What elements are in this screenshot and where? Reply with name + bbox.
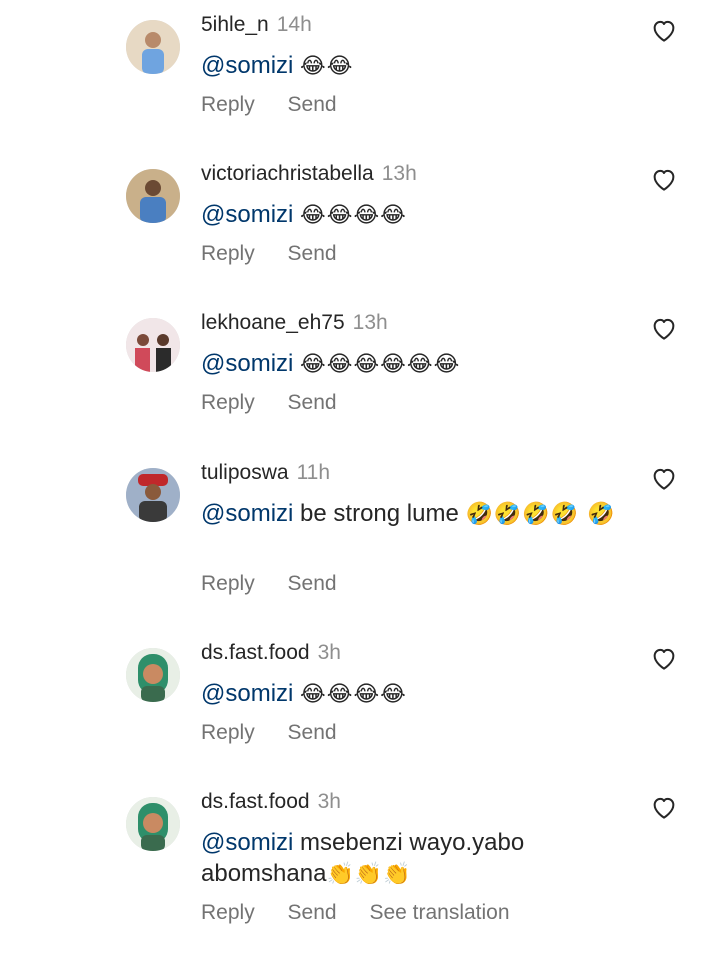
send-button[interactable]: Send	[288, 572, 337, 595]
heart-outline-icon[interactable]	[648, 463, 680, 493]
avatar-photo-icon	[126, 468, 180, 522]
avatar-photo-icon	[126, 648, 180, 702]
emoji-text: 🤣🤣🤣🤣 🤣	[465, 502, 616, 527]
avatar[interactable]	[126, 318, 180, 372]
username[interactable]: tuliposwa	[201, 461, 289, 484]
avatar[interactable]	[126, 20, 180, 74]
emoji-text: 👏👏👏	[326, 862, 412, 887]
comment-header: 5ihle_n 14h	[201, 12, 312, 38]
comment-text: @somizi 😂😂😂😂	[201, 199, 621, 231]
comment-text: @somizi 😂😂😂😂😂😂	[201, 348, 621, 380]
emoji-text: 😂😂😂😂😂😂	[300, 352, 461, 377]
reply-button[interactable]: Reply	[201, 901, 255, 924]
reply-button[interactable]: Reply	[201, 242, 255, 265]
comment-actions: Reply Send See translation	[201, 900, 537, 926]
emoji-text: 😂😂😂😂	[300, 682, 407, 707]
timestamp: 3h	[317, 641, 341, 664]
send-button[interactable]: Send	[288, 901, 337, 924]
reply-button[interactable]: Reply	[201, 93, 255, 116]
reply-button[interactable]: Reply	[201, 391, 255, 414]
heart-outline-icon[interactable]	[648, 313, 680, 343]
heart-outline-icon[interactable]	[648, 164, 680, 194]
username[interactable]: victoriachristabella	[201, 162, 374, 185]
avatar[interactable]	[126, 468, 180, 522]
heart-outline-icon[interactable]	[648, 15, 680, 45]
avatar[interactable]	[126, 169, 180, 223]
comment-text: @somizi 😂😂😂😂	[201, 678, 621, 710]
timestamp: 11h	[296, 461, 331, 484]
send-button[interactable]: Send	[288, 242, 337, 265]
avatar[interactable]	[126, 797, 180, 851]
timestamp: 13h	[352, 311, 388, 334]
comment-text: @somizi be strong lume 🤣🤣🤣🤣 🤣	[201, 498, 621, 530]
mention-link[interactable]: @somizi	[201, 500, 293, 527]
comment-header: victoriachristabella 13h	[201, 161, 417, 187]
comment-actions: Reply Send	[201, 241, 364, 267]
send-button[interactable]: Send	[288, 391, 337, 414]
see-translation-button[interactable]: See translation	[369, 901, 509, 924]
comment-actions: Reply Send	[201, 92, 364, 118]
avatar-photo-icon	[126, 797, 180, 851]
reply-button[interactable]: Reply	[201, 721, 255, 744]
timestamp: 3h	[317, 790, 341, 813]
avatar[interactable]	[126, 648, 180, 702]
comment-text: @somizi msebenzi wayo.yabo abomshana👏👏👏	[201, 827, 561, 890]
mention-link[interactable]: @somizi	[201, 829, 293, 856]
username[interactable]: ds.fast.food	[201, 790, 310, 813]
heart-outline-icon[interactable]	[648, 643, 680, 673]
mention-link[interactable]: @somizi	[201, 350, 293, 377]
reply-button[interactable]: Reply	[201, 572, 255, 595]
emoji-text: 😂😂😂😂	[300, 203, 407, 228]
mention-link[interactable]: @somizi	[201, 680, 293, 707]
heart-outline-icon[interactable]	[648, 792, 680, 822]
send-button[interactable]: Send	[288, 93, 337, 116]
comment-actions: Reply Send	[201, 571, 364, 597]
comment-actions: Reply Send	[201, 390, 364, 416]
mention-link[interactable]: @somizi	[201, 52, 293, 79]
comment-header: tuliposwa 11h	[201, 460, 330, 486]
username[interactable]: ds.fast.food	[201, 641, 310, 664]
comment-actions: Reply Send	[201, 720, 364, 746]
mention-link[interactable]: @somizi	[201, 201, 293, 228]
avatar-photo-icon	[126, 20, 180, 74]
send-button[interactable]: Send	[288, 721, 337, 744]
comment-header: ds.fast.food 3h	[201, 789, 341, 815]
comment-message: be strong lume	[300, 500, 459, 527]
username[interactable]: 5ihle_n	[201, 13, 269, 36]
timestamp: 14h	[276, 13, 312, 36]
avatar-photo-icon	[126, 318, 180, 372]
comment-header: lekhoane_eh75 13h	[201, 310, 388, 336]
username[interactable]: lekhoane_eh75	[201, 311, 345, 334]
timestamp: 13h	[381, 162, 417, 185]
emoji-text: 😂😂	[300, 54, 354, 79]
comment-header: ds.fast.food 3h	[201, 640, 341, 666]
comment-text: @somizi 😂😂	[201, 50, 621, 82]
avatar-photo-icon	[126, 169, 180, 223]
